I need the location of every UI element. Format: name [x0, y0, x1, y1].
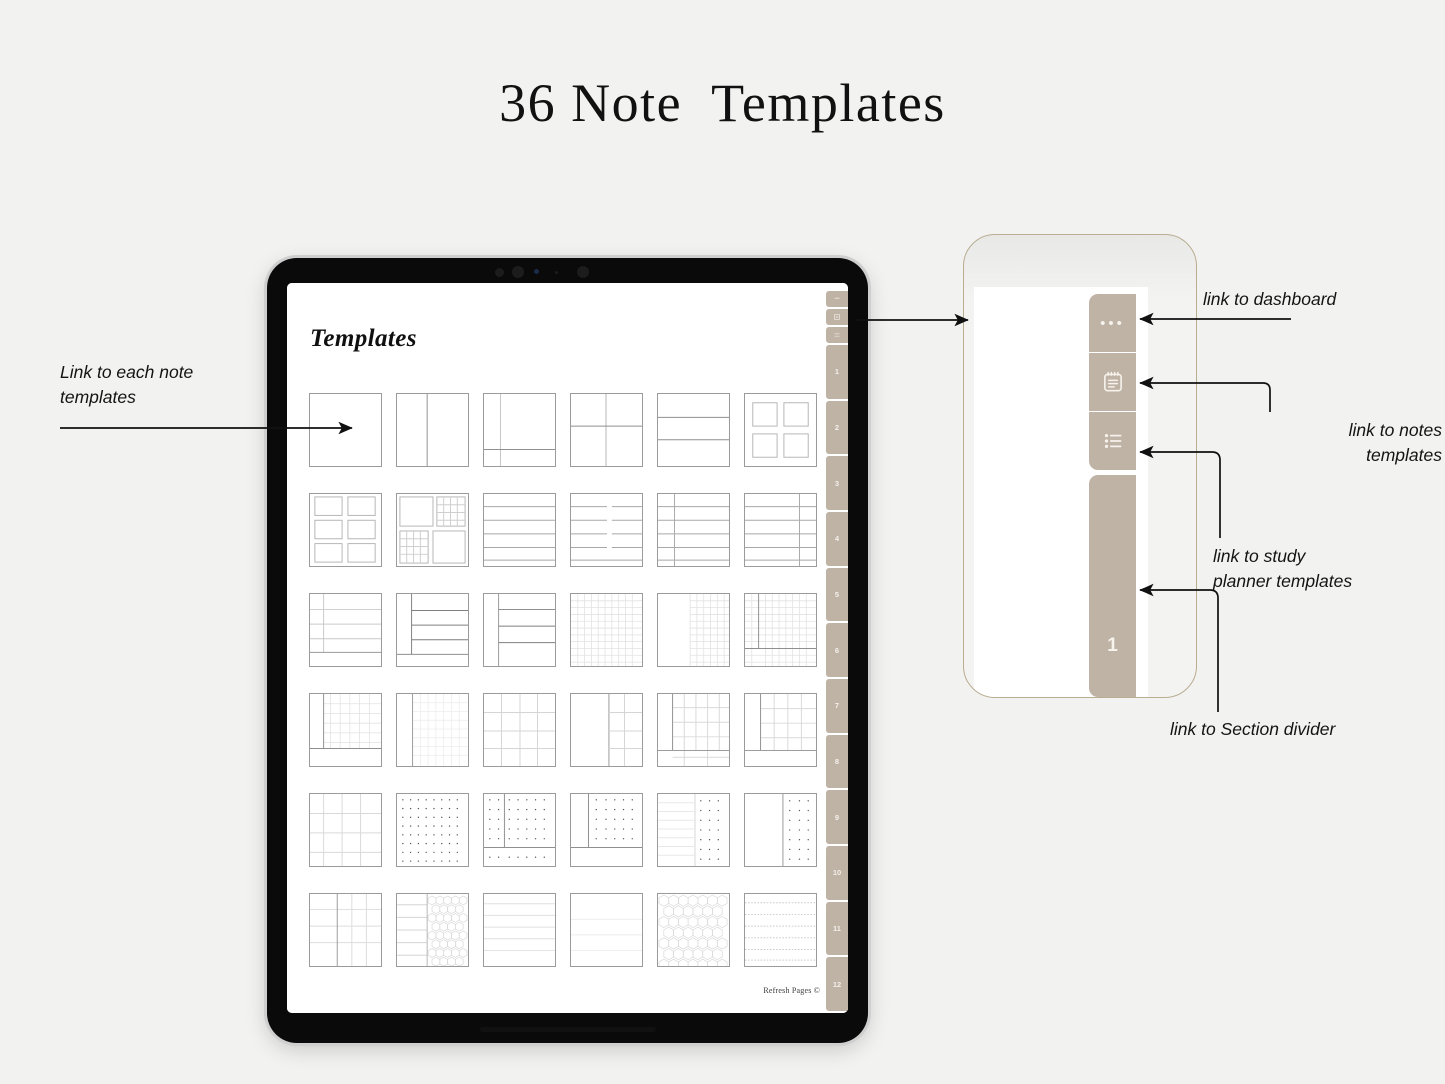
tablet-tab-rail: 1 2 3 4 5 6 7 8 9 10 11 12 — [826, 283, 848, 1013]
template-thumbnail[interactable] — [483, 893, 556, 967]
template-thumbnail[interactable] — [570, 693, 643, 767]
zoom-tab-notes-templates[interactable] — [1089, 353, 1136, 411]
three-dots-icon: ••• — [1100, 314, 1125, 332]
sidebar-tab-number[interactable]: 8 — [826, 734, 848, 789]
callout-study-planner: link to study planner templates — [1213, 546, 1353, 592]
camera-lens-icon — [512, 266, 524, 278]
template-thumbnail[interactable] — [744, 693, 817, 767]
notes-icon — [834, 314, 840, 320]
zoom-tab-section-divider[interactable]: 1 — [1089, 475, 1136, 697]
sidebar-tab-number[interactable]: 5 — [826, 567, 848, 622]
template-thumbnail[interactable] — [396, 393, 469, 467]
template-thumbnail[interactable] — [396, 593, 469, 667]
callout-dashboard: link to dashboard — [1203, 289, 1337, 309]
template-thumbnail[interactable] — [309, 493, 382, 567]
sidebar-tab-number[interactable]: 9 — [826, 790, 848, 845]
template-thumbnail[interactable] — [657, 393, 730, 467]
sidebar-tab-number[interactable]: 1 — [826, 345, 848, 399]
sidebar-tab-list[interactable] — [826, 327, 848, 343]
notepad-icon — [1103, 371, 1122, 392]
home-indicator — [479, 1027, 656, 1032]
template-thumbnail[interactable] — [483, 493, 556, 567]
template-thumbnail[interactable] — [744, 493, 817, 567]
template-thumbnail[interactable] — [744, 893, 817, 967]
camera-dot-icon — [495, 268, 504, 277]
tablet-device: Templates Refresh Pages © 1 2 3 4 5 6 7 … — [267, 258, 868, 1043]
template-thumbnail[interactable] — [657, 793, 730, 867]
zoom-tab-dashboard[interactable]: ••• — [1089, 294, 1136, 352]
zoom-tab-study-planner[interactable] — [1089, 412, 1136, 470]
zoom-tab-number: 1 — [1107, 635, 1118, 656]
sensor-dot-icon — [534, 269, 539, 274]
template-thumbnail[interactable] — [309, 593, 382, 667]
document-heading: Templates — [310, 325, 417, 352]
template-thumbnail[interactable] — [309, 793, 382, 867]
callout-note-templates: Link to each note templates — [60, 362, 194, 408]
template-thumbnail[interactable] — [744, 793, 817, 867]
template-thumbnail[interactable] — [483, 393, 556, 467]
template-thumbnail[interactable] — [483, 793, 556, 867]
template-thumbnail[interactable] — [309, 693, 382, 767]
zoom-detail-panel: ••• 1 — [963, 234, 1197, 698]
template-thumbnail[interactable] — [570, 893, 643, 967]
sidebar-tab-number[interactable]: 7 — [826, 679, 848, 733]
sidebar-tab-number[interactable]: 12 — [826, 957, 848, 1012]
template-thumbnail[interactable] — [657, 493, 730, 567]
template-thumbnail[interactable] — [396, 693, 469, 767]
callout-notes-templates: link to notes templates — [1348, 420, 1442, 466]
menu-icon — [834, 297, 840, 299]
template-thumbnail[interactable] — [570, 793, 643, 867]
sidebar-tab-number[interactable]: 4 — [826, 512, 848, 566]
template-grid — [309, 393, 818, 967]
template-thumbnail[interactable] — [483, 693, 556, 767]
page-title: 36 Note Templates — [499, 73, 946, 133]
sidebar-tab-number[interactable]: 11 — [826, 901, 848, 956]
list-icon — [834, 333, 840, 337]
sidebar-tab-number[interactable]: 10 — [826, 846, 848, 900]
template-thumbnail[interactable] — [657, 693, 730, 767]
templates-document: Templates Refresh Pages © 1 2 3 4 5 6 7 … — [287, 283, 848, 1013]
template-thumbnail[interactable] — [396, 793, 469, 867]
tablet-screen: Templates Refresh Pages © 1 2 3 4 5 6 7 … — [287, 283, 848, 1013]
template-thumbnail[interactable] — [657, 893, 730, 967]
sidebar-tab-number[interactable]: 3 — [826, 456, 848, 511]
template-thumbnail[interactable] — [483, 593, 556, 667]
template-thumbnail[interactable] — [309, 893, 382, 967]
template-thumbnail[interactable] — [570, 493, 643, 567]
template-thumbnail[interactable] — [570, 593, 643, 667]
template-thumbnail[interactable] — [744, 593, 817, 667]
sidebar-tab-menu[interactable] — [826, 291, 848, 307]
zoom-tab-rail: ••• 1 — [1089, 294, 1136, 697]
microphone-dot-icon — [555, 271, 558, 274]
sidebar-tab-notes[interactable] — [826, 309, 848, 325]
sidebar-tab-number[interactable]: 2 — [826, 400, 848, 455]
front-camera-icon — [577, 266, 589, 278]
checklist-icon — [1104, 433, 1121, 449]
template-thumbnail[interactable] — [309, 393, 382, 467]
template-thumbnail[interactable] — [396, 893, 469, 967]
sidebar-tab-number[interactable]: 6 — [826, 623, 848, 678]
template-thumbnail[interactable] — [657, 593, 730, 667]
template-thumbnail[interactable] — [744, 393, 817, 467]
template-thumbnail[interactable] — [570, 393, 643, 467]
template-thumbnail[interactable] — [396, 493, 469, 567]
document-footer: Refresh Pages © — [763, 986, 820, 995]
callout-section-divider: link to Section divider — [1170, 719, 1336, 739]
